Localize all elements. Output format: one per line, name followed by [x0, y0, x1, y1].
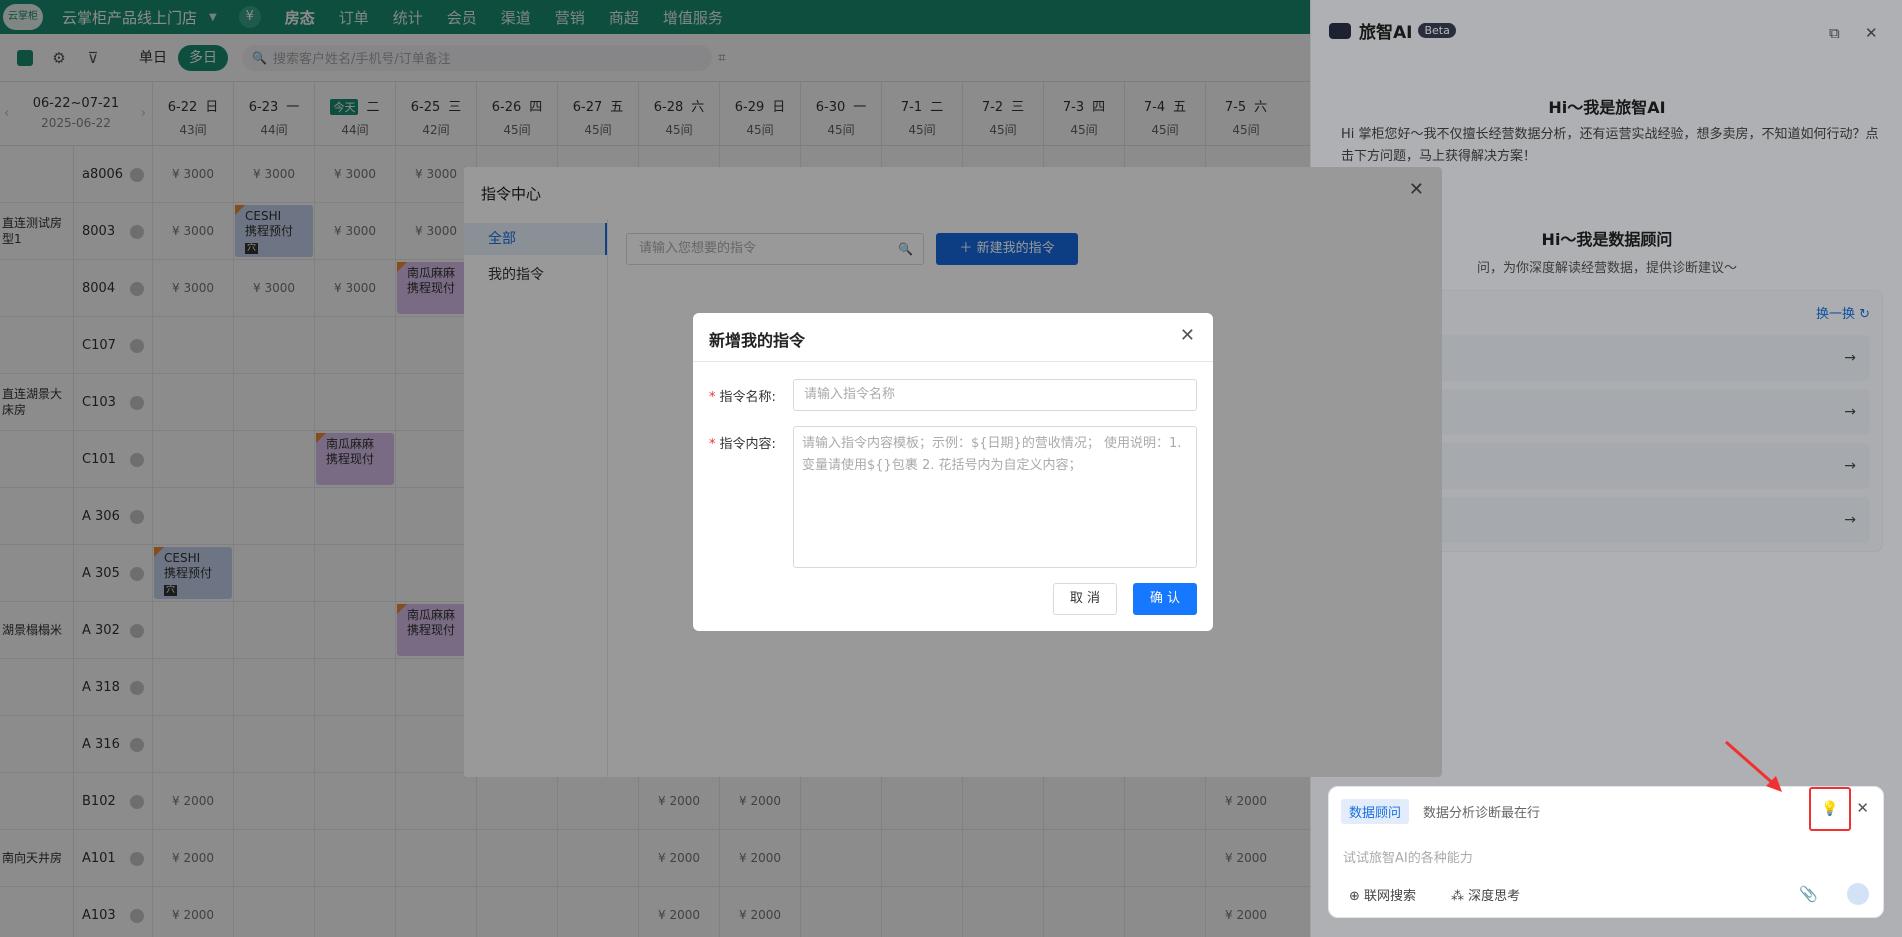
content-label: * 指令内容:	[709, 437, 776, 452]
close-tag-icon[interactable]: ✕	[1856, 799, 1869, 817]
new-command-dialog: 新增我的指令 ✕ * 指令名称: 请输入指令名称 * 指令内容: 请输入指令内容模板…	[693, 313, 1213, 631]
cancel-button[interactable]: 取 消	[1053, 583, 1117, 615]
dialog-title: 新增我的指令	[709, 331, 806, 350]
globe-icon: ⊕	[1349, 889, 1360, 904]
advisor-tag[interactable]: 数据顾问	[1341, 799, 1410, 824]
name-label: * 指令名称:	[709, 390, 776, 405]
confirm-button[interactable]: 确 认	[1133, 583, 1197, 615]
command-name-input[interactable]: 请输入指令名称	[793, 379, 1197, 411]
attachment-icon[interactable]: 📎	[1799, 885, 1818, 903]
send-icon[interactable]	[1847, 883, 1869, 905]
red-arrow-annotation	[1725, 740, 1782, 792]
ai-input-box: 数据顾问 数据分析诊断最在行 💡 ✕ 试试旅智AI的各种能力 ⊕ 联网搜索 ⁂ …	[1328, 786, 1884, 918]
atom-icon: ⁂	[1451, 889, 1464, 904]
divider	[693, 361, 1213, 362]
web-search-button[interactable]: ⊕ 联网搜索	[1349, 885, 1416, 904]
command-content-textarea[interactable]: 请输入指令内容模板；示例：${日期}的营收情况； 使用说明：1. 变量请使用${…	[793, 426, 1197, 568]
advisor-tag-text: 数据分析诊断最在行	[1423, 806, 1541, 821]
ai-chat-input[interactable]: 试试旅智AI的各种能力	[1343, 847, 1473, 866]
close-icon[interactable]: ✕	[1180, 325, 1195, 346]
lightbulb-icon[interactable]: 💡	[1809, 787, 1851, 831]
deep-think-button[interactable]: ⁂ 深度思考	[1451, 885, 1520, 904]
